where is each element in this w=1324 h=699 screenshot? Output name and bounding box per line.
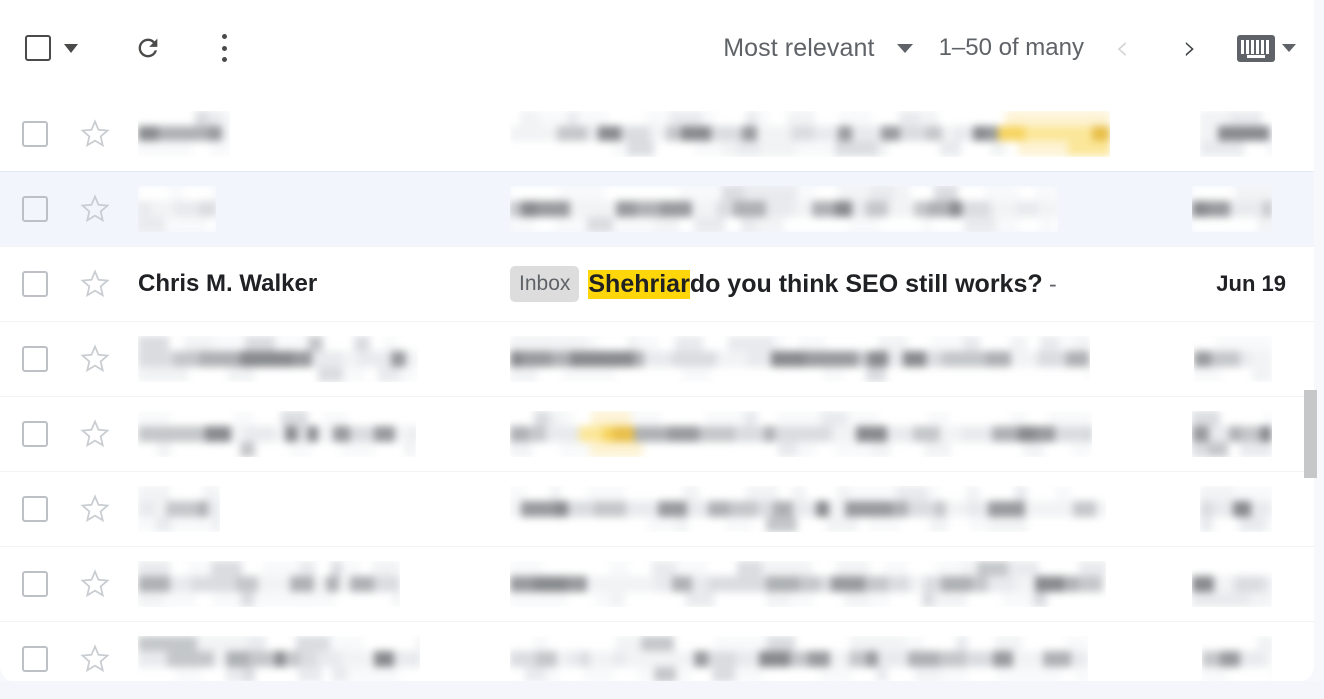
previous-page-button[interactable]: ‹ xyxy=(1098,24,1146,72)
subject-cell: Inbox Shehriardo you think SEO still work… xyxy=(510,266,1146,302)
redacted-sender xyxy=(138,636,420,682)
label-chip-inbox: Inbox xyxy=(510,266,580,302)
star-icon[interactable] xyxy=(80,118,110,149)
chevron-left-icon: ‹ xyxy=(1115,28,1129,68)
checkbox-square-icon xyxy=(25,35,51,61)
star-icon[interactable] xyxy=(80,344,110,374)
page-background-bottom xyxy=(0,681,1324,699)
row-checkbox[interactable] xyxy=(22,271,48,297)
email-row[interactable] xyxy=(0,171,1314,246)
redacted-subject xyxy=(510,110,1110,157)
scrollbar-track[interactable] xyxy=(1304,96,1321,682)
search-term-highlight: Shehriar xyxy=(588,269,690,299)
row-checkbox[interactable] xyxy=(22,421,48,447)
select-all-checkbox[interactable] xyxy=(14,24,62,72)
redacted-subject xyxy=(510,336,1090,382)
pagination-count: 1–50 of many xyxy=(938,34,1084,61)
toolbar-right-group: Most relevant 1–50 of many ‹ › xyxy=(723,24,1296,72)
more-options-button[interactable] xyxy=(200,24,248,72)
refresh-icon xyxy=(138,38,158,58)
row-checkbox[interactable] xyxy=(22,196,48,222)
redacted-sender xyxy=(138,411,416,457)
email-client-window: Most relevant 1–50 of many ‹ › Chris M. … xyxy=(0,0,1324,699)
star-icon[interactable] xyxy=(80,269,110,299)
redacted-subject xyxy=(510,561,1106,607)
email-row[interactable] xyxy=(0,321,1314,396)
redacted-date xyxy=(1194,336,1272,382)
kebab-menu-icon xyxy=(221,34,227,62)
row-checkbox[interactable] xyxy=(22,346,48,372)
toolbar-left-group xyxy=(14,24,248,72)
list-toolbar: Most relevant 1–50 of many ‹ › xyxy=(0,0,1314,96)
keyboard-icon xyxy=(1237,34,1275,62)
email-list-surface: Most relevant 1–50 of many ‹ › Chris M. … xyxy=(0,0,1314,682)
redacted-date xyxy=(1192,411,1272,457)
redacted-date xyxy=(1200,110,1272,157)
chevron-right-icon: › xyxy=(1183,28,1197,68)
redacted-subject xyxy=(510,486,1106,532)
row-checkbox[interactable] xyxy=(22,120,48,147)
redacted-subject xyxy=(510,411,1092,457)
star-icon[interactable] xyxy=(80,569,110,599)
subject-rest: do you think SEO still works? xyxy=(689,269,1043,298)
email-date: Jun 19 xyxy=(1216,271,1286,296)
star-icon[interactable] xyxy=(80,194,110,224)
redacted-date xyxy=(1192,561,1272,607)
row-checkbox[interactable] xyxy=(22,496,48,522)
redacted-sender xyxy=(138,186,216,232)
email-row[interactable] xyxy=(0,96,1314,171)
redacted-sender xyxy=(138,486,220,532)
redacted-sender xyxy=(138,561,400,607)
redacted-sender xyxy=(138,110,230,157)
email-row[interactable] xyxy=(0,396,1314,471)
refresh-button[interactable] xyxy=(124,24,172,72)
star-icon[interactable] xyxy=(80,644,110,674)
scrollbar-thumb[interactable] xyxy=(1304,390,1317,478)
redacted-date xyxy=(1202,636,1272,682)
message-snippet: - xyxy=(1042,270,1057,297)
redacted-date xyxy=(1200,486,1272,532)
star-icon[interactable] xyxy=(80,419,110,449)
redacted-sender xyxy=(138,336,418,382)
subject-text: Shehriardo you think SEO still works? - xyxy=(588,269,1057,299)
select-all-chevron-down-icon[interactable] xyxy=(64,43,78,53)
star-icon[interactable] xyxy=(80,494,110,524)
email-row[interactable]: Chris M. Walker Inbox Shehriardo you think… xyxy=(0,246,1314,321)
input-tools-button[interactable] xyxy=(1232,24,1280,72)
email-row[interactable] xyxy=(0,621,1314,682)
row-checkbox[interactable] xyxy=(22,646,48,672)
sort-chevron-down-icon[interactable] xyxy=(896,43,913,53)
redacted-subject xyxy=(510,186,1058,232)
row-checkbox[interactable] xyxy=(22,571,48,597)
redacted-date xyxy=(1192,186,1272,232)
redacted-subject xyxy=(510,636,1088,682)
sender-name: Chris M. Walker xyxy=(138,270,318,297)
email-row[interactable] xyxy=(0,546,1314,621)
email-row-list: Chris M. Walker Inbox Shehriardo you think… xyxy=(0,96,1314,682)
next-page-button[interactable]: › xyxy=(1166,24,1214,72)
sort-selector-label[interactable]: Most relevant xyxy=(723,34,874,63)
input-tools-chevron-down-icon[interactable] xyxy=(1282,44,1296,52)
email-row[interactable] xyxy=(0,471,1314,546)
